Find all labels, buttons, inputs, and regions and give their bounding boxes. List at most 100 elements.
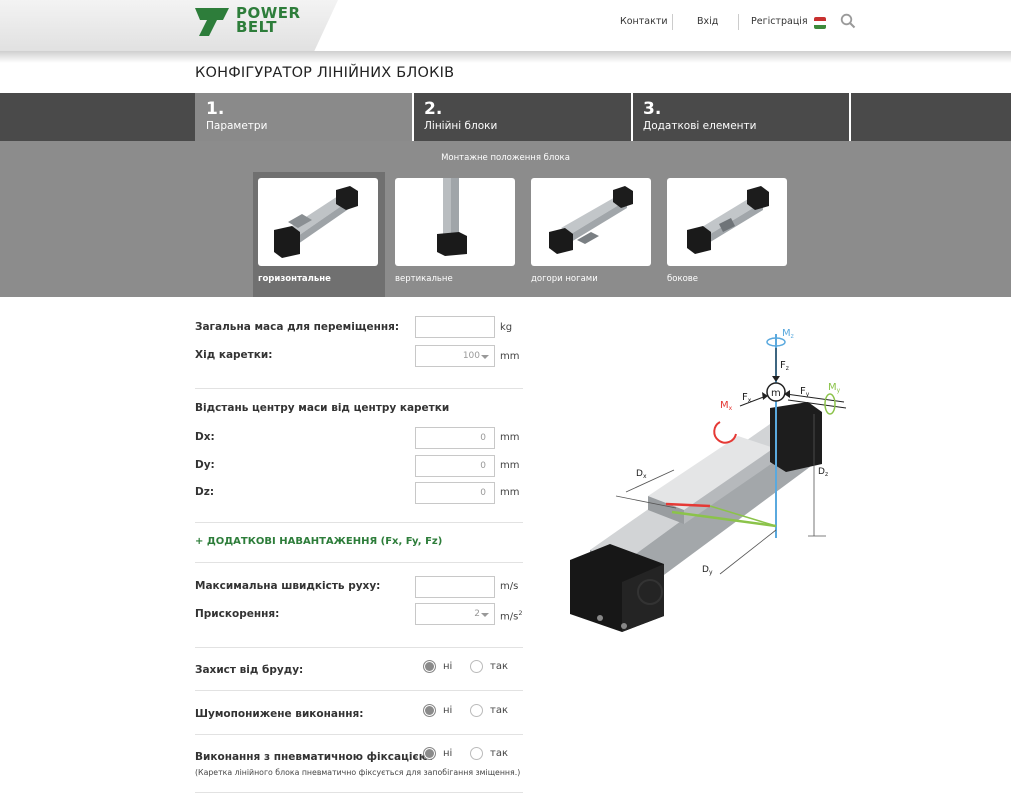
total-mass-unit: kg <box>500 322 513 333</box>
nav-register-link[interactable]: Регістрація <box>751 16 808 27</box>
chevron-down-icon <box>481 355 489 359</box>
divider <box>195 388 523 389</box>
dirt-protection-no-radio[interactable] <box>423 660 436 673</box>
svg-text:Dz: Dz <box>818 467 828 478</box>
diagram-label-fx-sub: x <box>748 397 752 404</box>
total-mass-input[interactable] <box>415 316 495 338</box>
dy-label: Dy: <box>195 459 215 471</box>
diagram-label-dx-sub: x <box>643 473 647 480</box>
offset-heading: Відстань центру маси від центру каретки <box>195 402 450 414</box>
page-title: КОНФІГУРАТОР ЛІНІЙНИХ БЛОКІВ <box>195 65 455 81</box>
load-diagram: Mz Fz m Fx Fy Mx My Dx Dy Dz <box>570 328 847 632</box>
dy-input[interactable]: 0 <box>415 455 495 477</box>
mounting-title: Монтажне положення блока <box>441 153 570 163</box>
dirt-protection-yes-radio[interactable] <box>470 660 483 673</box>
dx-unit: mm <box>500 432 520 443</box>
pneumatic-yes-radio[interactable] <box>470 747 483 760</box>
diagram-label-dx: D <box>636 469 643 479</box>
low-noise-no-radio[interactable] <box>423 704 436 717</box>
step-label: Лінійні блоки <box>424 120 498 132</box>
step-number: 1. <box>206 99 225 119</box>
dirt-protection-yes-label: так <box>490 661 508 672</box>
mounting-option-side[interactable] <box>667 178 787 266</box>
pneumatic-no-radio[interactable] <box>423 747 436 760</box>
header-shadow <box>0 51 1011 63</box>
stroke-value: 100 <box>462 351 480 361</box>
stroke-unit: mm <box>500 351 520 362</box>
acceleration-unit: m/s2 <box>500 609 522 622</box>
step-number: 2. <box>424 99 443 119</box>
step-parameters[interactable]: 1. Параметри <box>195 93 413 141</box>
brand-line2: BELT <box>236 18 277 36</box>
chevron-down-icon <box>481 613 489 617</box>
acceleration-unit-text: m/s <box>500 611 519 623</box>
low-noise-yes-label: так <box>490 705 508 716</box>
language-flag-icon[interactable] <box>814 17 826 29</box>
diagram-label-dz: D <box>818 467 825 477</box>
mounting-label-upside-down[interactable]: догори ногами <box>531 274 598 284</box>
diagram-label-my: M <box>828 382 837 393</box>
step-label: Додаткові елементи <box>643 120 757 132</box>
dx-input[interactable]: 0 <box>415 427 495 449</box>
total-mass-label: Загальна маса для переміщення: <box>195 321 400 333</box>
step-divider <box>412 93 414 141</box>
mounting-option-horizontal[interactable] <box>258 178 378 266</box>
dz-label: Dz: <box>195 486 215 498</box>
additional-loads-toggle[interactable]: + ДОДАТКОВІ НАВАНТАЖЕННЯ (Fx, Fy, Fz) <box>195 536 442 547</box>
svg-text:Fz: Fz <box>780 360 789 372</box>
divider <box>195 690 523 691</box>
pneumatic-label: Виконання з пневматичною фіксацією: <box>195 751 434 763</box>
diagram-label-fy-sub: y <box>806 391 810 398</box>
nav-divider <box>672 14 673 30</box>
low-noise-yes-radio[interactable] <box>470 704 483 717</box>
horizontal-unit-icon <box>274 186 358 258</box>
pneumatic-yes-label: так <box>490 748 508 759</box>
svg-text:Dx: Dx <box>636 469 647 480</box>
max-speed-input[interactable] <box>415 576 495 598</box>
svg-text:Dy: Dy <box>702 565 713 576</box>
step-number: 3. <box>643 99 662 119</box>
step-linear-units[interactable]: 2. Лінійні блоки <box>413 93 632 141</box>
divider <box>195 647 523 648</box>
svg-text:Mz: Mz <box>782 328 794 340</box>
dirt-protection-label: Захист від бруду: <box>195 664 304 676</box>
dirt-protection-no-label: ні <box>443 661 453 672</box>
nav-divider <box>738 14 739 30</box>
mounting-label-horizontal[interactable]: горизонтальне <box>258 274 331 284</box>
pneumatic-note: (Каретка лінійного блока пневматично фік… <box>195 768 521 777</box>
diagram-label-dy-sub: y <box>709 569 713 576</box>
max-speed-label: Максимальна швидкість руху: <box>195 580 381 592</box>
side-unit-icon <box>687 186 769 254</box>
nav-contacts-link[interactable]: Контакти <box>620 16 668 27</box>
svg-text:Mx: Mx <box>720 400 733 412</box>
stroke-label: Хід каретки: <box>195 349 273 361</box>
step-divider <box>631 93 633 141</box>
diagram-label-mz-sub: z <box>791 333 794 340</box>
svg-text:My: My <box>828 382 841 394</box>
dx-label: Dx: <box>195 431 215 443</box>
acceleration-select[interactable]: 2 <box>415 603 495 625</box>
divider <box>195 562 523 563</box>
divider <box>195 522 523 523</box>
dz-input[interactable]: 0 <box>415 482 495 504</box>
max-speed-unit: m/s <box>500 581 519 592</box>
diagram-label-m: m <box>771 388 781 399</box>
search-icon[interactable] <box>840 13 856 29</box>
nav-login-link[interactable]: Вхід <box>697 16 718 27</box>
upside-down-unit-icon <box>549 186 633 254</box>
acceleration-label: Прискорення: <box>195 608 280 620</box>
mounting-option-vertical[interactable] <box>395 178 515 266</box>
mounting-label-side[interactable]: бокове <box>667 274 698 284</box>
stroke-select[interactable]: 100 <box>415 345 495 367</box>
step-divider <box>849 93 851 141</box>
low-noise-no-label: ні <box>443 705 453 716</box>
step-additional-elements[interactable]: 3. Додаткові елементи <box>632 93 850 141</box>
mounting-label-vertical[interactable]: вертикальне <box>395 274 453 284</box>
dz-unit: mm <box>500 487 520 498</box>
diagram-label-my-sub: y <box>837 387 841 394</box>
low-noise-label: Шумопонижене виконання: <box>195 708 364 720</box>
diagram-label-dy: D <box>702 565 709 575</box>
mounting-option-upside-down[interactable] <box>531 178 651 266</box>
diagram-label-mz: M <box>782 328 791 339</box>
brand-name[interactable]: POWER BELT <box>236 6 301 36</box>
